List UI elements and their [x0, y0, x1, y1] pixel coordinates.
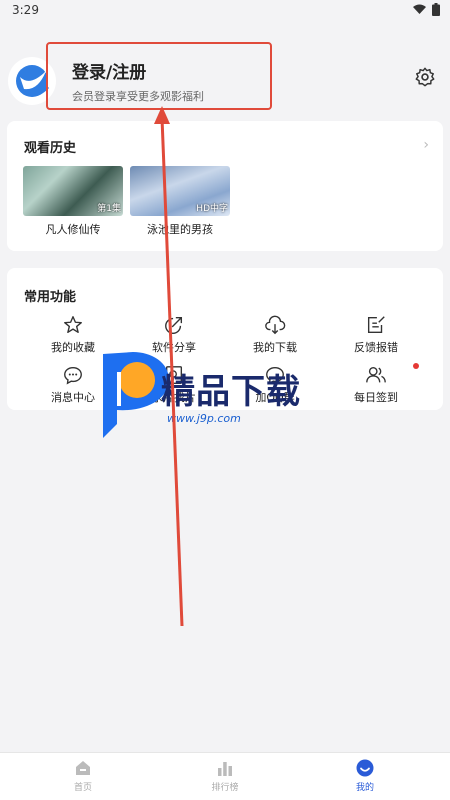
star-icon	[64, 316, 82, 334]
history-item-title[interactable]: 凡人修仙传	[23, 221, 123, 237]
history-thumbnail[interactable]: HD中字	[130, 166, 230, 216]
status-time: 3:29	[12, 3, 39, 17]
tab-label: 我的	[355, 783, 374, 793]
watermark: 精品下载 www.j9p.com	[95, 350, 355, 450]
tab-label: 排行榜	[211, 783, 239, 793]
bottom-tab-bar: 首页 排行榜 我的	[0, 752, 450, 800]
login-register-button[interactable]: 登录/注册 会员登录享受更多观影福利	[46, 42, 272, 110]
chevron-right-icon[interactable]: ›	[423, 137, 429, 153]
signin-icon	[366, 366, 386, 383]
profile-icon	[356, 759, 374, 777]
history-thumbnail[interactable]: 第1集	[23, 166, 123, 216]
tab-home[interactable]: 首页	[43, 759, 123, 793]
login-subtitle: 会员登录享受更多观影福利	[72, 90, 204, 103]
history-title: 观看历史	[24, 141, 77, 156]
status-bar: 3:29	[0, 0, 450, 22]
share-icon	[165, 316, 183, 334]
wifi-icon	[413, 4, 426, 14]
func-feedback[interactable]: 反馈报错	[326, 314, 426, 355]
func-favorites[interactable]: 我的收藏	[23, 314, 123, 355]
func-share[interactable]: 软件分享	[124, 314, 224, 355]
cloud-download-icon	[265, 315, 286, 335]
message-icon	[64, 366, 82, 385]
tab-ranking[interactable]: 排行榜	[185, 759, 265, 793]
battery-icon	[432, 3, 440, 16]
feedback-icon	[367, 316, 385, 334]
tab-label: 首页	[73, 783, 92, 793]
history-item-title[interactable]: 泳池里的男孩	[130, 221, 230, 237]
watermark-url: www.j9p.com	[167, 412, 241, 425]
notification-dot	[413, 363, 419, 369]
episode-badge: 第1集	[97, 204, 121, 214]
func-downloads[interactable]: 我的下载	[225, 314, 325, 355]
login-title: 登录/注册	[72, 63, 147, 83]
quality-badge: HD中字	[196, 204, 228, 214]
tab-mine[interactable]: 我的	[325, 759, 405, 793]
functions-title: 常用功能	[24, 290, 77, 305]
profile-header: 登录/注册 会员登录享受更多观影福利	[0, 40, 450, 120]
ranking-icon	[218, 762, 232, 776]
watch-history-card: 观看历史 › 第1集 凡人修仙传 HD中字 泳池里的男孩	[7, 121, 443, 251]
status-icons	[413, 3, 440, 16]
settings-gear-icon[interactable]	[414, 66, 436, 88]
home-icon	[76, 761, 90, 775]
watermark-name: 精品下载	[161, 372, 301, 412]
